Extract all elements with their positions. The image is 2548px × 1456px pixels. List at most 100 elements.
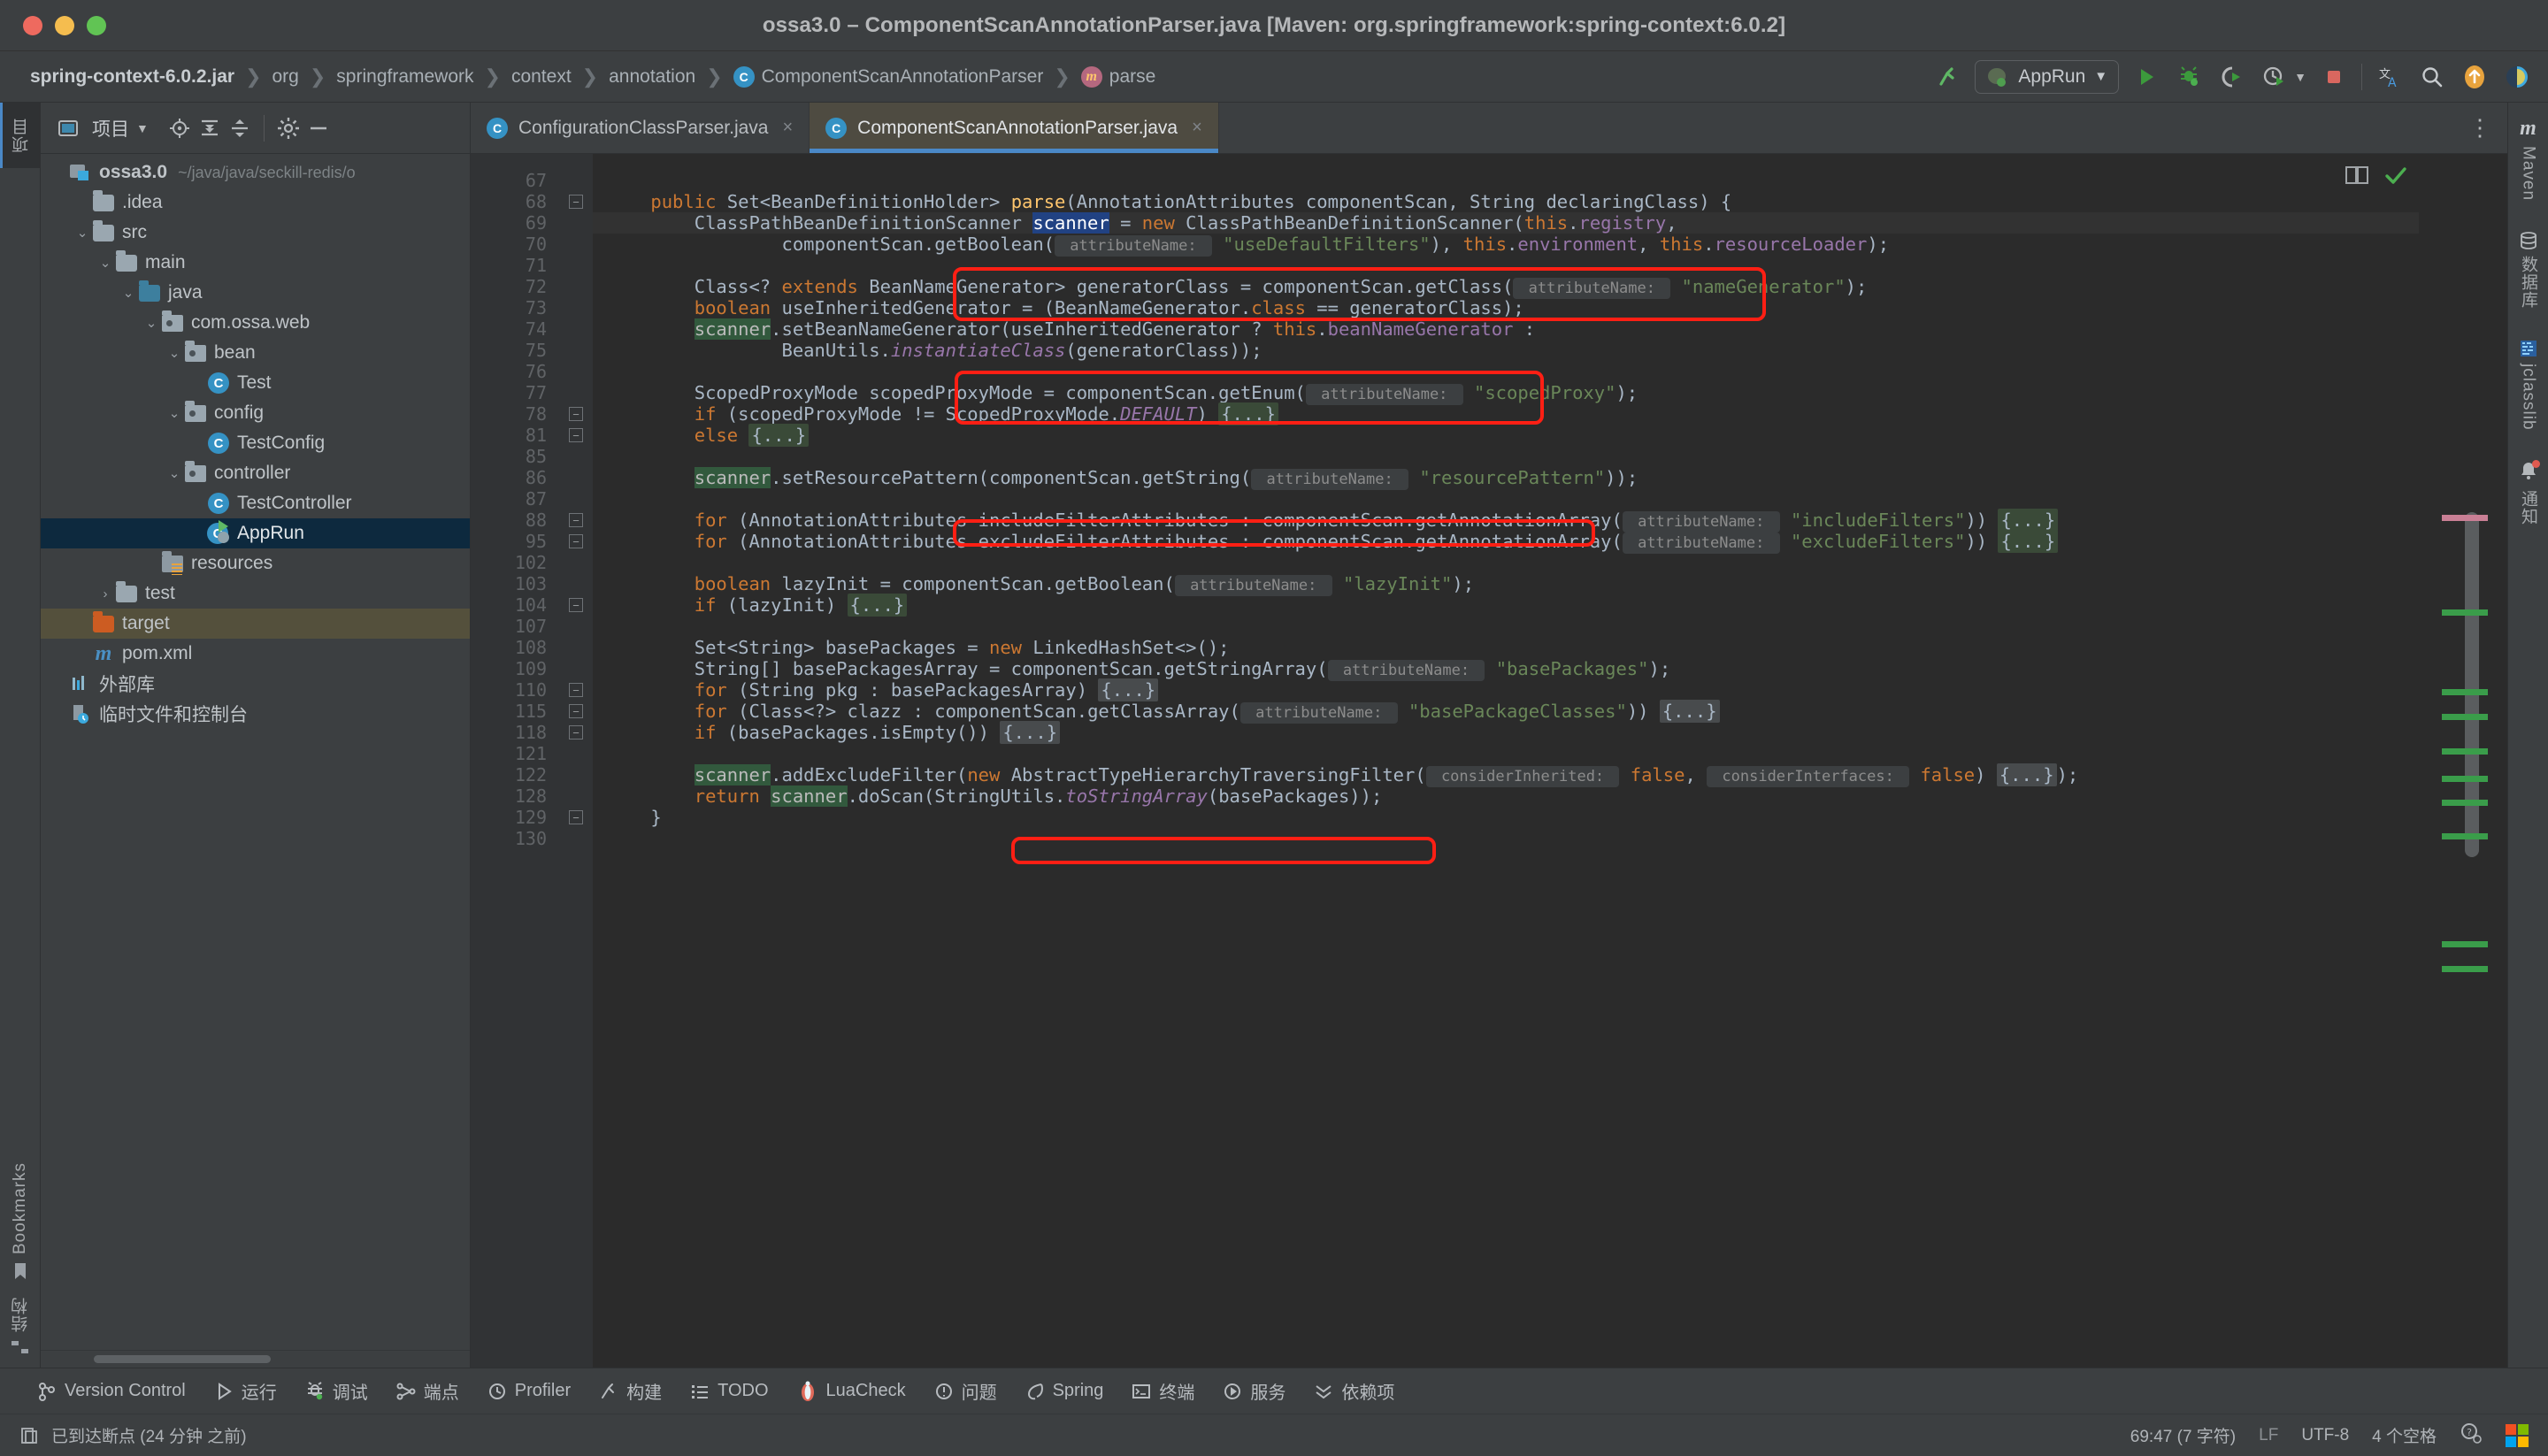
- tree-node-target[interactable]: target: [41, 609, 470, 639]
- bottom-tab--[interactable]: 端点: [382, 1368, 473, 1414]
- code-line[interactable]: scanner.setBeanNameGenerator(useInherite…: [593, 318, 2419, 340]
- tree-node-controller[interactable]: ⌄controller: [41, 458, 470, 488]
- tree-node-src[interactable]: ⌄src: [41, 218, 470, 248]
- zoom-button[interactable]: [87, 16, 106, 35]
- tool-window-button-bookmarks[interactable]: Bookmarks: [11, 1162, 30, 1281]
- line-number[interactable]: 122: [471, 764, 559, 785]
- bottom-tab-todo[interactable]: TODO: [676, 1368, 782, 1414]
- minimize-button[interactable]: [55, 16, 74, 35]
- tree-node-config[interactable]: ⌄config: [41, 398, 470, 428]
- tree-node-testcontroller[interactable]: CTestController: [41, 488, 470, 518]
- line-number[interactable]: 104: [471, 594, 559, 616]
- code-line[interactable]: [593, 743, 2419, 764]
- collapse-all-icon[interactable]: [225, 113, 255, 143]
- help-icon[interactable]: ?: [2460, 1422, 2483, 1450]
- code-line[interactable]: componentScan.getBoolean( attributeName:…: [593, 234, 2419, 255]
- code-line[interactable]: [593, 616, 2419, 637]
- tree-node-test[interactable]: CTest: [41, 368, 470, 398]
- tree-node-testconfig[interactable]: CTestConfig: [41, 428, 470, 458]
- tree-node-ossa3.0[interactable]: ossa3.0~/java/java/seckill-redis/o: [41, 157, 470, 188]
- line-number[interactable]: 102: [471, 552, 559, 573]
- line-separator[interactable]: LF: [2259, 1426, 2278, 1445]
- line-number[interactable]: 86: [471, 467, 559, 488]
- tree-node-bean[interactable]: ⌄bean: [41, 338, 470, 368]
- bottom-tab--[interactable]: 问题: [920, 1368, 1011, 1414]
- chevron-down-icon[interactable]: ⌄: [165, 405, 184, 421]
- code-line[interactable]: for (AnnotationAttributes excludeFilterA…: [593, 531, 2419, 552]
- editor-right-strip[interactable]: [2419, 154, 2507, 1368]
- chevron-down-icon[interactable]: ⌄: [73, 225, 92, 241]
- line-number[interactable]: 75: [471, 340, 559, 361]
- line-number[interactable]: 129: [471, 807, 559, 828]
- chevron-down-icon[interactable]: ⌄: [165, 465, 184, 481]
- stripe-marker[interactable]: [2442, 800, 2488, 806]
- stripe-marker[interactable]: [2442, 833, 2488, 839]
- profiler-dropdown-icon[interactable]: ▼: [2294, 70, 2306, 84]
- code-line[interactable]: Set<String> basePackages = new LinkedHas…: [593, 637, 2419, 658]
- chevron-down-icon[interactable]: ⌄: [142, 315, 161, 331]
- code-line[interactable]: String[] basePackagesArray = componentSc…: [593, 658, 2419, 679]
- project-horizontal-scrollbar[interactable]: [41, 1350, 470, 1368]
- tool-window-button-project[interactable]: 项目: [0, 103, 41, 168]
- tree-node-main[interactable]: ⌄main: [41, 248, 470, 278]
- code-line[interactable]: [593, 488, 2419, 510]
- breadcrumb-item-context[interactable]: context: [503, 64, 580, 90]
- stripe-marker[interactable]: [2442, 515, 2488, 521]
- tool-window-button-structure[interactable]: 结构: [9, 1297, 33, 1355]
- reader-mode-icon[interactable]: [2345, 165, 2369, 190]
- bottom-tab--[interactable]: 调试: [291, 1368, 382, 1414]
- line-number[interactable]: 74: [471, 318, 559, 340]
- line-number[interactable]: 87: [471, 488, 559, 510]
- stripe-marker[interactable]: [2442, 689, 2488, 695]
- locate-icon[interactable]: [165, 113, 195, 143]
- tool-window-button-database[interactable]: 数据库: [2516, 231, 2540, 309]
- line-number[interactable]: 67: [471, 170, 559, 191]
- code-line[interactable]: if (lazyInit) {...}: [593, 594, 2419, 616]
- code-line[interactable]: [593, 170, 2419, 191]
- line-number[interactable]: 107: [471, 616, 559, 637]
- editor-fold-column[interactable]: −−−−−−−−−−: [559, 154, 593, 1368]
- fold-marker[interactable]: −: [559, 679, 593, 701]
- caret-position[interactable]: 69:47 (7 字符): [2130, 1423, 2236, 1447]
- line-number[interactable]: 70: [471, 234, 559, 255]
- bottom-tab-profiler[interactable]: Profiler: [473, 1368, 585, 1414]
- stripe-marker[interactable]: [2442, 748, 2488, 755]
- chevron-right-icon[interactable]: ›: [96, 586, 115, 602]
- stop-icon[interactable]: [2319, 62, 2349, 92]
- debug-icon[interactable]: [2174, 62, 2204, 92]
- stripe-marker[interactable]: [2442, 966, 2488, 972]
- line-number[interactable]: 81: [471, 425, 559, 446]
- code-line[interactable]: BeanUtils.instantiateClass(generatorClas…: [593, 340, 2419, 361]
- code-line[interactable]: [593, 361, 2419, 382]
- breadcrumb-item-org[interactable]: org: [264, 64, 308, 90]
- run-configuration-selector[interactable]: AppRun ▼: [1975, 60, 2119, 94]
- line-number[interactable]: 76: [471, 361, 559, 382]
- line-number[interactable]: 108: [471, 637, 559, 658]
- line-number[interactable]: 77: [471, 382, 559, 403]
- tree-node-pom.xml[interactable]: mpom.xml: [41, 639, 470, 669]
- code-line[interactable]: if (scopedProxyMode != ScopedProxyMode.D…: [593, 403, 2419, 425]
- editor-tab-componentscanannotationparser[interactable]: C ComponentScanAnnotationParser.java ×: [810, 103, 1219, 153]
- code-line[interactable]: for (AnnotationAttributes includeFilterA…: [593, 510, 2419, 531]
- tree-node-java[interactable]: ⌄java: [41, 278, 470, 308]
- line-number[interactable]: 118: [471, 722, 559, 743]
- breadcrumb-item-jar[interactable]: spring-context-6.0.2.jar: [21, 64, 243, 90]
- code-line[interactable]: else {...}: [593, 425, 2419, 446]
- tree-node-test[interactable]: ›test: [41, 579, 470, 609]
- fold-marker[interactable]: −: [559, 594, 593, 616]
- bottom-tab--[interactable]: 终端: [1117, 1368, 1209, 1414]
- translate-icon[interactable]: 文A: [2375, 62, 2405, 92]
- settings-icon[interactable]: [273, 113, 303, 143]
- code-line[interactable]: return scanner.doScan(StringUtils.toStri…: [593, 785, 2419, 807]
- code-line[interactable]: ClassPathBeanDefinitionScanner scanner =…: [593, 212, 2419, 234]
- code-line[interactable]: boolean useInheritedGenerator = (BeanNam…: [593, 297, 2419, 318]
- fold-marker[interactable]: −: [559, 425, 593, 446]
- code-line[interactable]: for (Class<?> clazz : componentScan.getC…: [593, 701, 2419, 722]
- line-number[interactable]: 109: [471, 658, 559, 679]
- tool-window-button-notifications[interactable]: 通知: [2516, 461, 2540, 525]
- line-number[interactable]: 103: [471, 573, 559, 594]
- expand-all-icon[interactable]: [195, 113, 225, 143]
- code-line[interactable]: [593, 446, 2419, 467]
- windows-logo-icon[interactable]: [2506, 1424, 2529, 1447]
- error-stripe[interactable]: [2419, 154, 2507, 1368]
